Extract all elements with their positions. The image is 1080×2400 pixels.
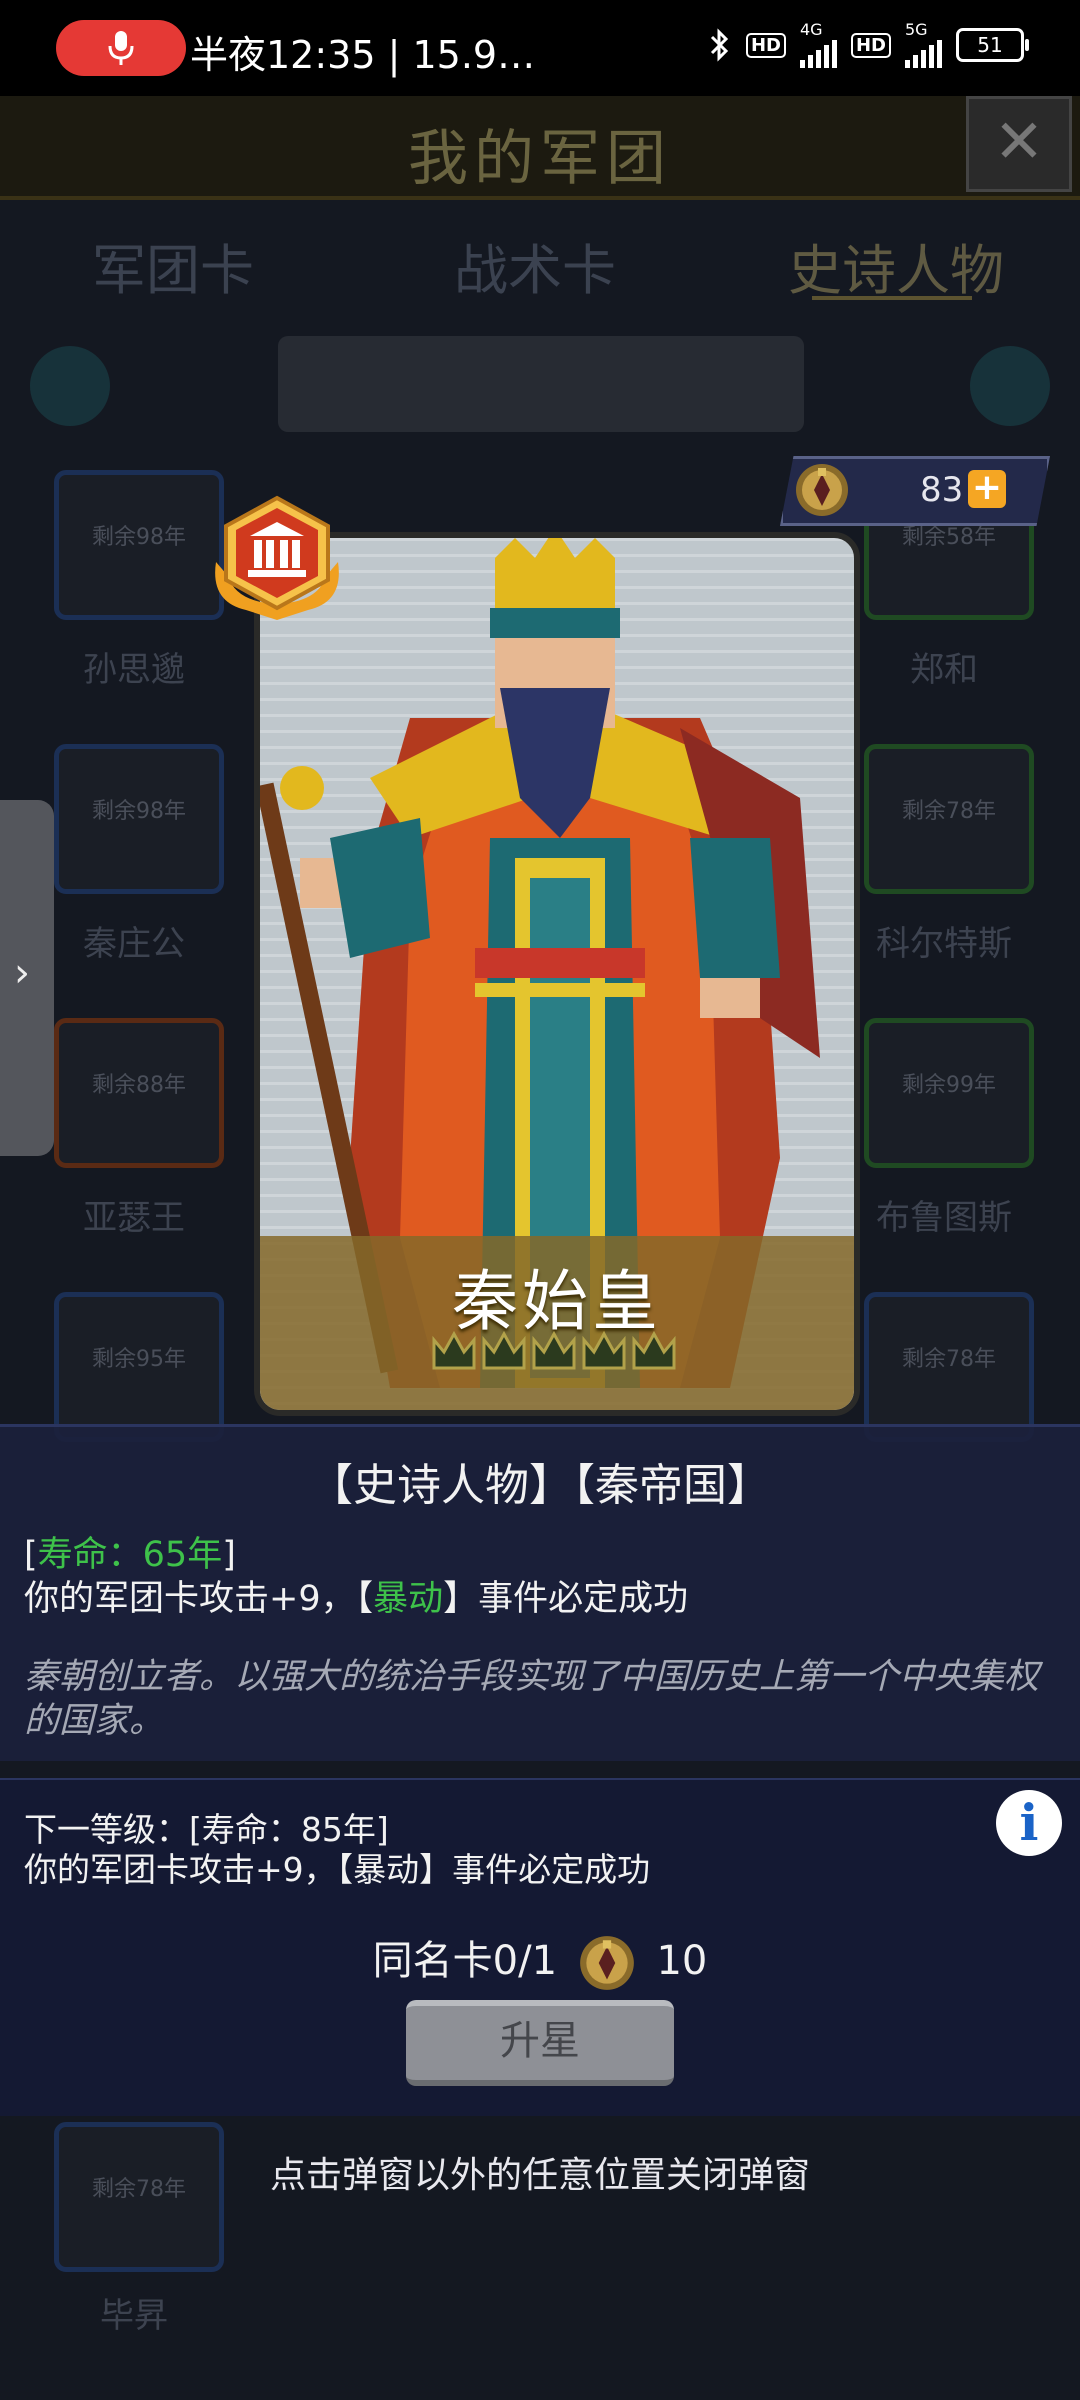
- list-menu-icon[interactable]: [30, 346, 110, 426]
- lifespan-bracket-open: [: [24, 1535, 38, 1575]
- duplicate-card-count: 同名卡0/1 10: [0, 1928, 1080, 1994]
- status-bar: 半夜12:35 | 15.9… HD 4G HD 5G 51: [0, 0, 1080, 96]
- crown-star-icon: [482, 1330, 526, 1370]
- duplicate-label: 同名卡0/1: [372, 1938, 558, 1984]
- remaining-years: 剩余95年: [92, 1347, 186, 1372]
- next-level-effect: 你的军团卡攻击+9，【暴动】事件必定成功: [24, 1850, 651, 1889]
- character-name: 科尔特斯: [876, 924, 1012, 964]
- active-tab-indicator: [812, 296, 972, 300]
- search-input[interactable]: [278, 336, 804, 432]
- duplicate-cost: 10: [656, 1938, 708, 1984]
- remaining-years: 剩余88年: [92, 1073, 186, 1098]
- eagle-emblem-icon: [579, 1936, 634, 1990]
- side-drawer-handle[interactable]: ›: [0, 800, 54, 1156]
- effect-keyword: 暴动: [373, 1579, 444, 1619]
- filter-icon[interactable]: [970, 346, 1050, 426]
- network-type-label-2: 5G: [905, 20, 928, 39]
- remaining-years: 剩余98年: [92, 799, 186, 824]
- character-card[interactable]: 剩余78年: [864, 744, 1034, 894]
- header-bar: 我的军团 ✕: [0, 96, 1080, 200]
- crown-star-icon: [432, 1330, 476, 1370]
- crown-star-icon: [582, 1330, 626, 1370]
- crown-star-icon: [632, 1330, 676, 1370]
- effect-suffix: 】事件必定成功: [443, 1579, 689, 1619]
- effect-prefix: 你的军团卡攻击+9，【: [24, 1579, 374, 1619]
- character-name: 郑和: [910, 650, 978, 690]
- crown-star-icon: [532, 1330, 576, 1370]
- status-icons: HD 4G HD 5G 51: [706, 20, 1029, 68]
- chevron-right-icon: ›: [14, 950, 30, 996]
- card-stats: [寿命：65年] 你的军团卡攻击+9，【暴动】事件必定成功: [24, 1533, 688, 1621]
- next-level-lifespan: 下一等级：[寿命：85年]: [24, 1810, 389, 1849]
- character-card[interactable]: 剩余98年: [54, 744, 224, 894]
- tab-epic-figures[interactable]: 史诗人物: [788, 226, 1004, 305]
- remaining-years: 剩余98年: [92, 525, 186, 550]
- coin-count: 83: [920, 470, 964, 510]
- character-card[interactable]: 剩余88年: [54, 1018, 224, 1168]
- close-popup-hint: 点击弹窗以外的任意位置关闭弹窗: [269, 2155, 810, 2196]
- remaining-years: 剩余99年: [902, 1073, 996, 1098]
- character-name: 布鲁图斯: [876, 1198, 1012, 1238]
- star-rating: [432, 1328, 682, 1388]
- remaining-years: 剩余78年: [902, 1347, 996, 1372]
- signal-icon: [799, 38, 837, 68]
- tab-tactic-cards[interactable]: 战术卡: [454, 226, 616, 305]
- eagle-emblem-icon: [796, 464, 848, 516]
- microphone-icon: [108, 31, 134, 65]
- battery-icon: 51: [956, 28, 1029, 62]
- upgrade-star-button[interactable]: 升星: [406, 2000, 674, 2086]
- character-card[interactable]: 剩余78年: [864, 1292, 1034, 1442]
- character-card-large: 秦始皇: [254, 532, 860, 1416]
- coin-counter: 83 +: [780, 456, 1050, 526]
- tab-bar: 军团卡 战术卡 史诗人物: [0, 226, 1080, 326]
- character-name: 秦庄公: [83, 924, 185, 964]
- page-title: 我的军团: [408, 124, 672, 194]
- hd-badge-2: HD: [850, 32, 891, 58]
- hd-badge: HD: [745, 32, 786, 58]
- next-level-info: 下一等级：[寿命：85年] 你的军团卡攻击+9，【暴动】事件必定成功: [24, 1810, 650, 1890]
- info-icon[interactable]: i: [996, 1790, 1062, 1856]
- character-name: 孙思邈: [83, 650, 185, 690]
- card-tags: 【史诗人物】【秦帝国】: [309, 1460, 771, 1511]
- screen-record-indicator[interactable]: [56, 20, 186, 76]
- card-lore-description: 秦朝创立者。以强大的统治手段实现了中国历史上第一个中央集权的国家。: [24, 1657, 1040, 1741]
- bluetooth-icon: [710, 28, 729, 62]
- character-name: 毕昇: [100, 2296, 168, 2336]
- character-name: 亚瑟王: [83, 1198, 185, 1238]
- tab-legion-cards[interactable]: 军团卡: [92, 226, 254, 305]
- status-time: 半夜12:35 | 15.9…: [190, 33, 536, 77]
- add-coins-button[interactable]: +: [968, 470, 1006, 508]
- network-type-label: 4G: [799, 20, 823, 39]
- museum-badge-icon: [215, 495, 339, 620]
- character-card[interactable]: 剩余98年: [54, 470, 224, 620]
- card-description-panel: 【史诗人物】【秦帝国】 [寿命：65年] 你的军团卡攻击+9，【暴动】事件必定成…: [0, 1424, 1080, 1761]
- upgrade-panel: 下一等级：[寿命：85年] 你的军团卡攻击+9，【暴动】事件必定成功 i 同名卡…: [0, 1778, 1080, 2116]
- remaining-years: 剩余78年: [902, 799, 996, 824]
- close-icon[interactable]: ✕: [966, 96, 1072, 192]
- character-card[interactable]: 剩余95年: [54, 1292, 224, 1442]
- character-card[interactable]: 剩余99年: [864, 1018, 1034, 1168]
- signal-icon-2: [905, 38, 942, 68]
- lifespan-bracket-close: ]: [222, 1535, 236, 1575]
- lifespan-value: 寿命：65年: [37, 1535, 223, 1575]
